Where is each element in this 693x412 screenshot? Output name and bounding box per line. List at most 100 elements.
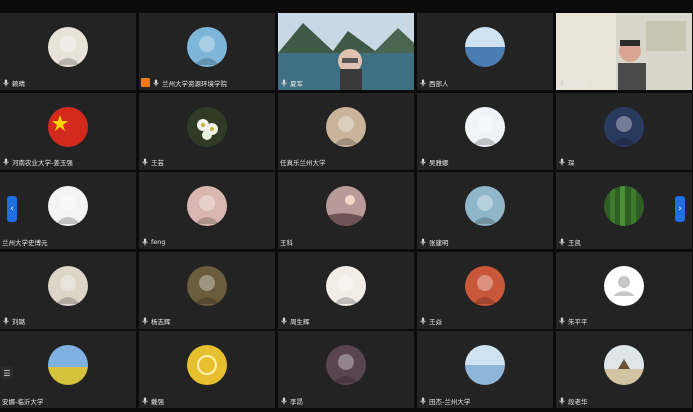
participant-label: 张建明: [419, 236, 449, 247]
participant-label: 贺缘生: [558, 77, 588, 88]
default-user-avatar: [604, 265, 644, 306]
participant-tile[interactable]: 王焱: [417, 251, 553, 329]
anime-avatar: [604, 106, 644, 147]
coin-avatar: [187, 345, 227, 385]
participant-tile[interactable]: 李昂: [278, 331, 414, 408]
participant-tile[interactable]: 贺缘生: [556, 13, 692, 90]
beach-hut-avatar: [604, 345, 644, 385]
participant-tile[interactable]: 吴雅娜: [417, 92, 553, 170]
participant-tile[interactable]: feng: [139, 172, 275, 249]
participant-label: 朱平平: [558, 316, 588, 327]
participant-label: 李昂: [280, 395, 303, 406]
participant-label: 王科: [280, 236, 293, 247]
participant-tile[interactable]: 王科: [278, 172, 414, 249]
host-badge-icon: [141, 78, 150, 87]
participant-name: 赖晴: [12, 79, 25, 88]
participant-tile[interactable]: 朱平平: [556, 251, 692, 329]
microphone-icon: [558, 317, 566, 325]
microphone-icon: [152, 79, 160, 87]
participant-name: 夏军: [290, 79, 303, 88]
participant-label: 兰州大学资源环境学院: [141, 77, 227, 88]
kid-avatar: [465, 265, 505, 306]
participant-name: 刘璐: [12, 318, 25, 326]
prev-page-button[interactable]: ‹: [7, 196, 17, 222]
participant-tile[interactable]: 田杰-兰州大学: [417, 331, 553, 408]
participant-tile[interactable]: 西部人: [417, 13, 553, 90]
participant-label: 田杰-兰州大学: [419, 395, 470, 406]
participant-list-button[interactable]: ☰: [1, 367, 13, 379]
microphone-icon: [419, 158, 427, 166]
participant-name: 王凯: [568, 238, 581, 247]
participant-tile[interactable]: 兰州大学资源环境学院: [139, 13, 275, 90]
rapeseed-avatar: [48, 345, 88, 385]
participant-name: 吴雅娜: [429, 159, 449, 167]
participant-tile[interactable]: 兰州大学史博元: [0, 172, 136, 249]
participant-name: 朱平平: [568, 318, 588, 326]
microphone-icon: [2, 317, 10, 325]
dress-avatar: [465, 106, 505, 147]
participant-tile[interactable]: 刘璐: [0, 251, 136, 329]
participant-tile[interactable]: 任真乐兰州大学: [278, 92, 414, 170]
participant-label: 王焱: [419, 316, 442, 327]
participant-label: 周生辉: [280, 316, 310, 327]
participant-label: 段老华: [558, 395, 588, 406]
participant-name: 杨志辉: [151, 318, 171, 326]
participant-tile[interactable]: 段老华: [556, 331, 692, 408]
participant-tile[interactable]: 河南农业大学-姜玉强: [0, 92, 136, 170]
participant-name: 西部人: [429, 79, 449, 88]
participant-label: 西部人: [419, 77, 449, 88]
bamboo-avatar: [604, 186, 644, 226]
cat-avatar: [48, 27, 88, 67]
microphone-icon: [419, 317, 427, 325]
participant-label: 夏军: [280, 77, 303, 88]
participant-tile[interactable]: 赖晴: [0, 13, 136, 90]
participant-name: 贺缘生: [568, 79, 588, 88]
tiger-avatar: [48, 265, 88, 306]
participant-name: 兰州大学资源环境学院: [162, 79, 227, 88]
lake-avatar: [465, 27, 505, 67]
next-page-button[interactable]: ›: [675, 196, 685, 222]
microphone-icon: [280, 317, 288, 325]
participant-name: 兰州大学史博元: [2, 238, 48, 247]
participant-label: 琛: [558, 157, 575, 168]
participant-tile[interactable]: 琛: [556, 92, 692, 170]
microphone-icon: [558, 79, 566, 87]
participant-name: 戴强: [151, 397, 164, 406]
participant-name: 王焱: [429, 318, 442, 326]
microphone-icon: [141, 158, 149, 166]
participant-name: feng: [151, 237, 166, 246]
flag-avatar: [48, 106, 88, 147]
participant-tile[interactable]: 王凯: [556, 172, 692, 249]
participant-label: 安娜-临沂大学: [2, 395, 43, 406]
participant-tile[interactable]: 戴强: [139, 331, 275, 408]
cartoon-girl-avatar: [326, 106, 366, 147]
participant-tile[interactable]: 夏军: [278, 13, 414, 90]
plane-avatar: [465, 186, 505, 226]
participant-name: 李昂: [290, 397, 303, 406]
sunset-avatar: [326, 186, 366, 226]
participant-tile[interactable]: 安娜-临沂大学: [0, 331, 136, 408]
microphone-icon: [419, 79, 427, 87]
microphone-icon: [419, 238, 427, 246]
participant-tile[interactable]: 王芸: [139, 92, 275, 170]
participant-label: feng: [141, 236, 166, 247]
participant-name: 王芸: [151, 159, 164, 167]
participant-tile[interactable]: 杨志辉: [139, 251, 275, 329]
participant-label: 任真乐兰州大学: [280, 157, 326, 168]
microphone-icon: [280, 397, 288, 405]
participant-tile[interactable]: 周生辉: [278, 251, 414, 329]
participant-name: 安娜-临沂大学: [2, 397, 44, 406]
participant-tile[interactable]: 张建明: [417, 172, 553, 249]
participant-name: 田杰-兰州大学: [429, 397, 471, 406]
participant-name: 张建明: [429, 238, 449, 247]
microphone-icon: [141, 397, 149, 405]
microphone-icon: [558, 238, 566, 246]
participant-name: 周生辉: [290, 318, 310, 326]
girl-beach-avatar: [187, 27, 227, 67]
field-avatar: [187, 265, 227, 306]
participant-label: 兰州大学史博元: [2, 236, 48, 247]
microphone-icon: [141, 238, 149, 246]
participant-name: 琛: [568, 159, 575, 167]
microphone-icon: [2, 79, 10, 87]
participant-name: 段老华: [568, 397, 588, 406]
